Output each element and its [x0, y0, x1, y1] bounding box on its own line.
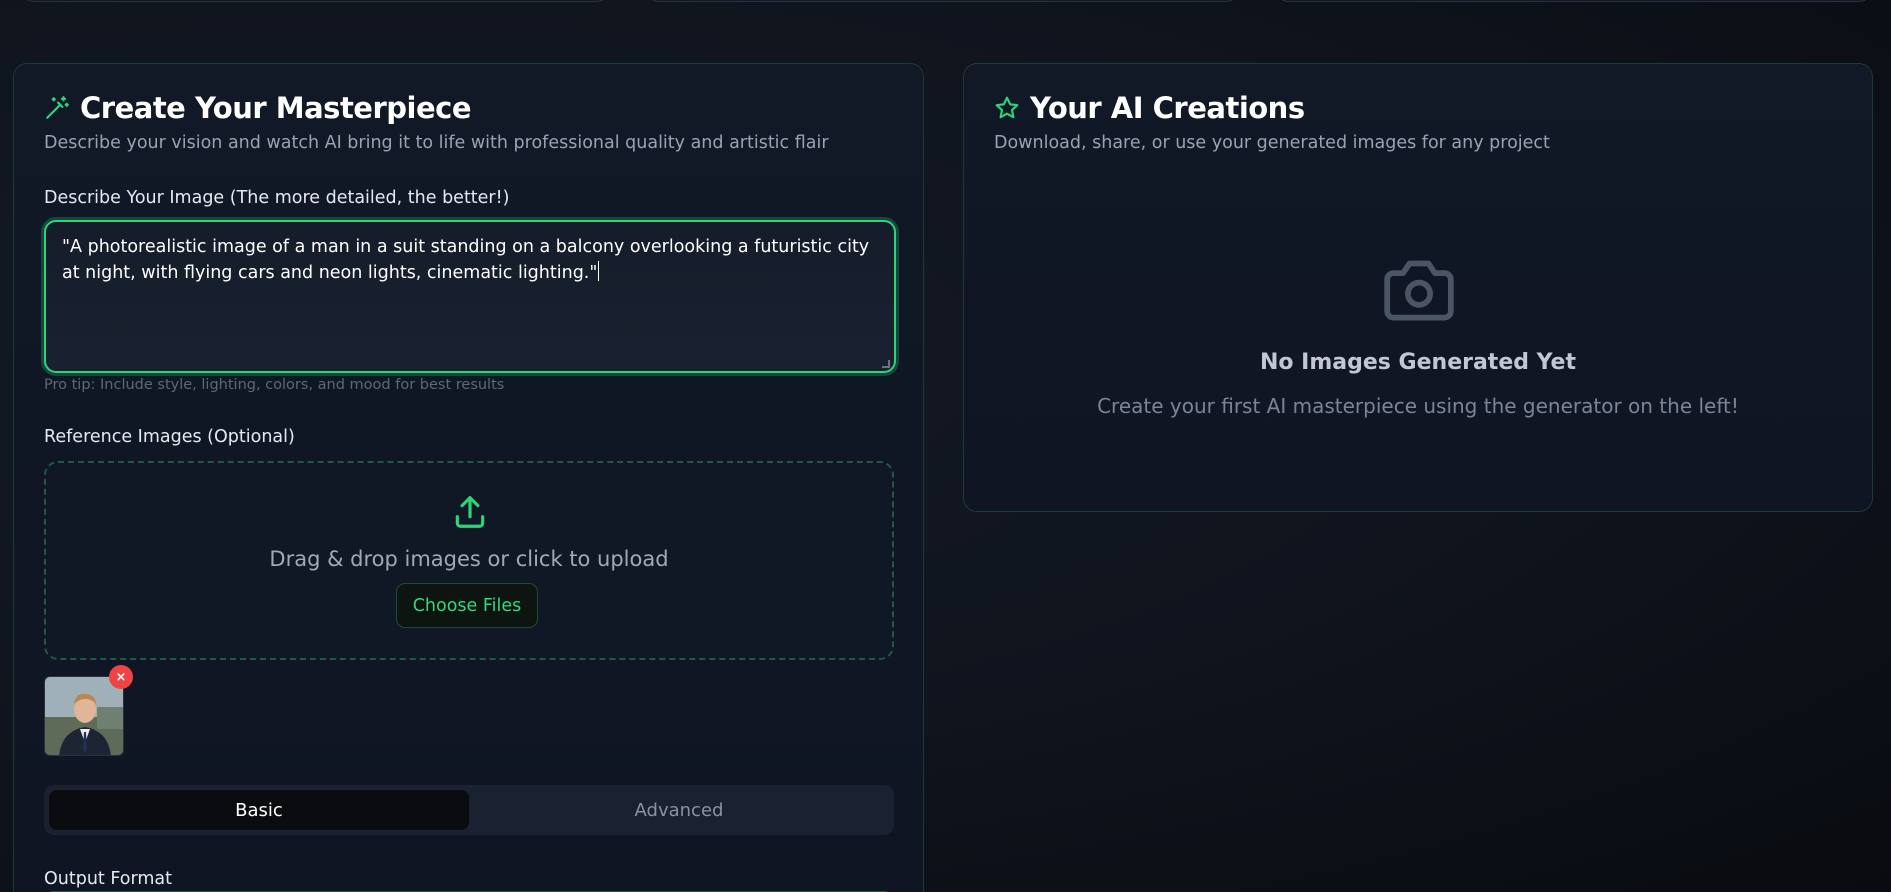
creations-title-text: Your AI Creations — [1030, 91, 1305, 125]
prompt-text: "A photorealistic image of a man in a su… — [62, 237, 870, 283]
creations-title: Your AI Creations — [994, 91, 1305, 125]
pro-tip: Pro tip: Include style, lighting, colors… — [44, 377, 505, 393]
text-cursor — [598, 261, 600, 281]
output-format-label: Output Format — [44, 869, 173, 889]
remove-image-button[interactable]: × — [109, 665, 133, 689]
tab-advanced[interactable]: Advanced — [469, 790, 889, 830]
generator-subtitle: Describe your vision and watch AI bring … — [44, 133, 829, 153]
dropzone-text: Drag & drop images or click to upload — [269, 547, 669, 571]
tab-basic[interactable]: Basic — [49, 790, 469, 830]
generator-title-text: Create Your Masterpiece — [80, 91, 472, 125]
star-icon — [994, 95, 1020, 121]
prompt-label: Describe Your Image (The more detailed, … — [44, 188, 510, 208]
empty-state-subtitle: Create your first AI masterpiece using t… — [1097, 394, 1739, 418]
page: Create Your Masterpiece Describe your vi… — [0, 0, 1891, 892]
top-card-1 — [20, 0, 610, 2]
prompt-textarea[interactable]: "A photorealistic image of a man in a su… — [44, 220, 896, 373]
mode-tabs: Basic Advanced — [44, 785, 894, 835]
top-card-3 — [1275, 0, 1873, 2]
generator-title: Create Your Masterpiece — [44, 91, 472, 125]
upload-icon — [451, 493, 489, 531]
creations-subtitle: Download, share, or use your generated i… — [994, 133, 1550, 153]
empty-state-title: No Images Generated Yet — [1259, 350, 1576, 375]
choose-files-button[interactable]: Choose Files — [396, 583, 538, 628]
generator-panel: Create Your Masterpiece Describe your vi… — [13, 63, 924, 892]
magic-wand-icon — [44, 95, 70, 121]
upload-dropzone[interactable]: Drag & drop images or click to upload Ch… — [44, 461, 894, 660]
reference-label: Reference Images (Optional) — [44, 427, 295, 447]
top-card-2 — [645, 0, 1240, 2]
person-photo-icon — [45, 677, 123, 755]
reference-thumbnail — [44, 676, 124, 756]
camera-icon — [1380, 254, 1458, 324]
creations-panel: Your AI Creations Download, share, or us… — [963, 63, 1873, 512]
resize-handle[interactable] — [882, 360, 890, 368]
